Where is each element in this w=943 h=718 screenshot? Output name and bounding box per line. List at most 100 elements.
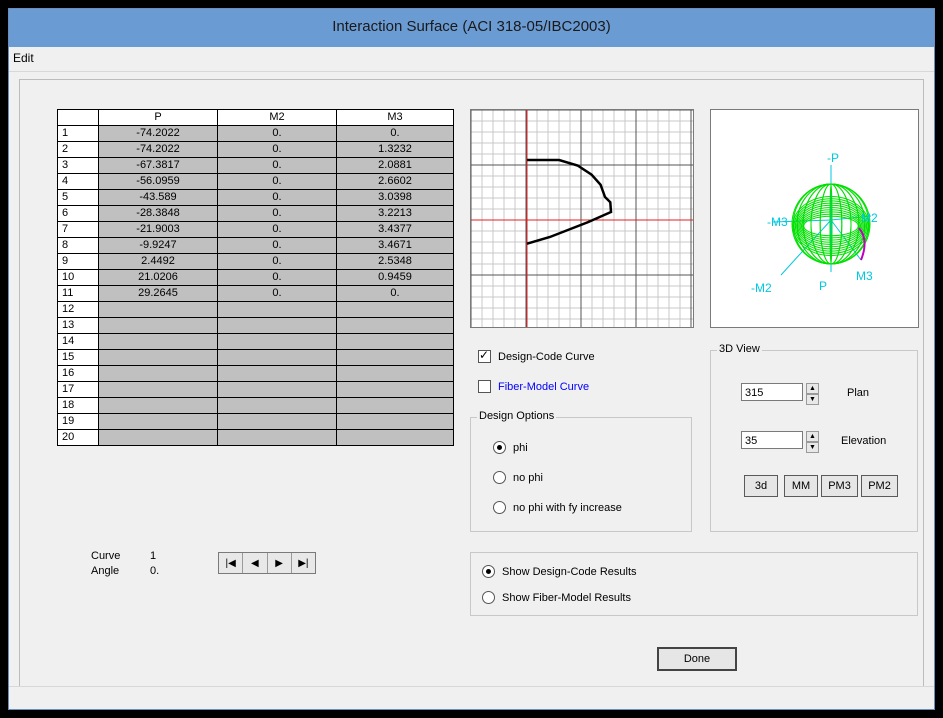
- p-cell[interactable]: [98, 365, 218, 382]
- m3-cell[interactable]: [336, 381, 454, 398]
- p-cell[interactable]: -43.589: [98, 189, 218, 206]
- m3-cell[interactable]: [336, 333, 454, 350]
- p-cell[interactable]: [98, 413, 218, 430]
- m3-cell[interactable]: [336, 349, 454, 366]
- last-icon[interactable]: ▶|: [292, 553, 315, 573]
- elevation-spin-arrows[interactable]: ▲ ▼: [806, 431, 819, 453]
- radio-no-phi[interactable]: no phi: [493, 471, 543, 484]
- m2-cell[interactable]: [217, 365, 337, 382]
- m2-cell[interactable]: 0.: [217, 253, 337, 270]
- m2-cell[interactable]: 0.: [217, 205, 337, 222]
- radio-no-phi-fy-dot[interactable]: [493, 501, 506, 514]
- m2-cell[interactable]: [217, 429, 337, 446]
- m2-cell[interactable]: [217, 413, 337, 430]
- m2-cell[interactable]: [217, 381, 337, 398]
- row-number-cell[interactable]: 6: [57, 205, 99, 222]
- row-number-cell[interactable]: 16: [57, 365, 99, 382]
- row-number-cell[interactable]: 12: [57, 301, 99, 318]
- m2-cell[interactable]: 0.: [217, 269, 337, 286]
- m2-cell[interactable]: 0.: [217, 221, 337, 238]
- p-cell[interactable]: [98, 333, 218, 350]
- p-cell[interactable]: -74.2022: [98, 125, 218, 142]
- m2-cell[interactable]: [217, 317, 337, 334]
- m2-cell[interactable]: 0.: [217, 237, 337, 254]
- p-cell[interactable]: [98, 397, 218, 414]
- p-cell[interactable]: [98, 429, 218, 446]
- row-number-cell[interactable]: 8: [57, 237, 99, 254]
- m3-cell[interactable]: [336, 301, 454, 318]
- spin-up-icon[interactable]: ▲: [806, 431, 819, 442]
- p-cell[interactable]: -28.3848: [98, 205, 218, 222]
- m2-cell[interactable]: [217, 349, 337, 366]
- radio-no-phi-dot[interactable]: [493, 471, 506, 484]
- m3-cell[interactable]: [336, 317, 454, 334]
- m3-cell[interactable]: [336, 365, 454, 382]
- m2-cell[interactable]: [217, 333, 337, 350]
- m3-cell[interactable]: 3.4377: [336, 221, 454, 238]
- row-number-cell[interactable]: 15: [57, 349, 99, 366]
- show-fiber-model-results-dot[interactable]: [482, 591, 495, 604]
- m3-cell[interactable]: 3.0398: [336, 189, 454, 206]
- radio-phi-dot[interactable]: [493, 441, 506, 454]
- m3-cell[interactable]: 3.4671: [336, 237, 454, 254]
- row-number-cell[interactable]: 20: [57, 429, 99, 446]
- p-cell[interactable]: -9.9247: [98, 237, 218, 254]
- p-cell[interactable]: -56.0959: [98, 173, 218, 190]
- show-design-code-results-dot[interactable]: [482, 565, 495, 578]
- p-cell[interactable]: 2.4492: [98, 253, 218, 270]
- spin-up-icon[interactable]: ▲: [806, 383, 819, 394]
- plan-spinner[interactable]: 315 ▲ ▼: [741, 383, 819, 405]
- design-code-curve-checkbox[interactable]: Design-Code Curve: [478, 348, 595, 363]
- m3-cell[interactable]: 3.2213: [336, 205, 454, 222]
- row-number-cell[interactable]: 3: [57, 157, 99, 174]
- m2-cell[interactable]: 0.: [217, 189, 337, 206]
- row-number-cell[interactable]: 13: [57, 317, 99, 334]
- m3-cell[interactable]: 1.3232: [336, 141, 454, 158]
- prev-icon[interactable]: ◀: [243, 553, 268, 573]
- m3-cell[interactable]: 0.: [336, 125, 454, 142]
- elevation-input[interactable]: 35: [741, 431, 803, 449]
- plan-spin-arrows[interactable]: ▲ ▼: [806, 383, 819, 405]
- m2-cell[interactable]: 0.: [217, 125, 337, 142]
- title-bar[interactable]: Interaction Surface (ACI 318-05/IBC2003): [9, 9, 934, 47]
- fiber-model-curve-check-box[interactable]: [478, 380, 491, 393]
- row-number-cell[interactable]: 14: [57, 333, 99, 350]
- p-cell[interactable]: -21.9003: [98, 221, 218, 238]
- p-cell[interactable]: [98, 301, 218, 318]
- done-button[interactable]: Done: [657, 647, 737, 671]
- m3-cell[interactable]: 2.6602: [336, 173, 454, 190]
- show-fiber-model-results-radio[interactable]: Show Fiber-Model Results: [482, 591, 631, 604]
- m3-cell[interactable]: 0.: [336, 285, 454, 302]
- m2-cell[interactable]: 0.: [217, 141, 337, 158]
- m2-cell[interactable]: 0.: [217, 157, 337, 174]
- m3-cell[interactable]: [336, 413, 454, 430]
- first-icon[interactable]: |◀: [219, 553, 244, 573]
- row-number-cell[interactable]: 19: [57, 413, 99, 430]
- m3-cell[interactable]: 0.9459: [336, 269, 454, 286]
- m2-cell[interactable]: [217, 301, 337, 318]
- p-cell[interactable]: [98, 317, 218, 334]
- p-cell[interactable]: 29.2645: [98, 285, 218, 302]
- row-number-cell[interactable]: 10: [57, 269, 99, 286]
- menu-edit[interactable]: Edit: [13, 51, 34, 65]
- row-number-cell[interactable]: 11: [57, 285, 99, 302]
- design-code-curve-check-box[interactable]: [478, 348, 491, 363]
- row-number-cell[interactable]: 17: [57, 381, 99, 398]
- m2-cell[interactable]: [217, 397, 337, 414]
- m2-cell[interactable]: 0.: [217, 285, 337, 302]
- p-cell[interactable]: 21.0206: [98, 269, 218, 286]
- spin-down-icon[interactable]: ▼: [806, 442, 819, 453]
- view-pm2-button[interactable]: PM2: [861, 475, 898, 497]
- p-cell[interactable]: [98, 381, 218, 398]
- row-number-cell[interactable]: 18: [57, 397, 99, 414]
- m3-cell[interactable]: [336, 429, 454, 446]
- view-mm-button[interactable]: MM: [784, 475, 818, 497]
- m3-cell[interactable]: [336, 397, 454, 414]
- row-number-cell[interactable]: 2: [57, 141, 99, 158]
- row-number-cell[interactable]: 7: [57, 221, 99, 238]
- row-number-cell[interactable]: 1: [57, 125, 99, 142]
- p-cell[interactable]: -67.3817: [98, 157, 218, 174]
- row-number-cell[interactable]: 4: [57, 173, 99, 190]
- spin-down-icon[interactable]: ▼: [806, 394, 819, 405]
- radio-no-phi-fy[interactable]: no phi with fy increase: [493, 501, 622, 514]
